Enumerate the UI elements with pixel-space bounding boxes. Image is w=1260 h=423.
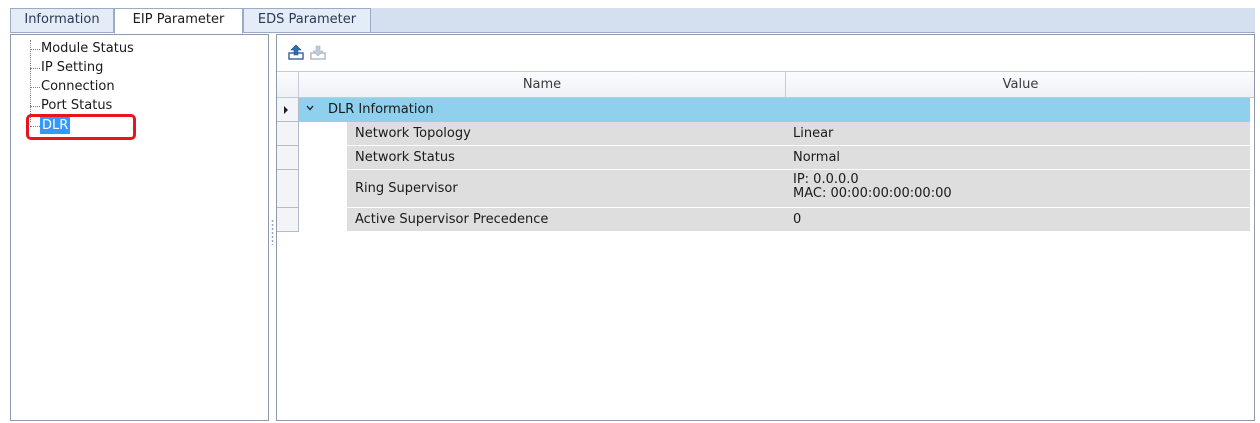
grid-row-network-topology[interactable]: Network Topology Linear	[347, 122, 1250, 146]
tree-connector	[30, 49, 40, 50]
cell-name: Network Topology	[355, 126, 471, 141]
tree-connector	[30, 106, 40, 107]
ring-supervisor-ip: IP: 0.0.0.0	[793, 172, 859, 187]
row-selector[interactable]	[277, 208, 299, 232]
grid-toolbar	[277, 35, 1254, 69]
ring-supervisor-mac: MAC: 00:00:00:00:00:00	[793, 186, 952, 201]
cell-value: IP: 0.0.0.0 MAC: 00:00:00:00:00:00	[793, 173, 952, 201]
cell-name: Network Status	[355, 150, 455, 165]
tree-item-label: IP Setting	[41, 60, 104, 75]
tree-item-label: Port Status	[41, 98, 113, 113]
column-header-name[interactable]: Name	[299, 72, 786, 98]
annotation-highlight-box	[26, 114, 136, 140]
tab-eip-parameter[interactable]: EIP Parameter	[114, 8, 243, 34]
tab-strip: Information EIP Parameter EDS Parameter	[10, 8, 1255, 34]
property-grid-panel: Name Value DLR Information Network Topol…	[276, 34, 1255, 421]
splitter-grip-icon	[271, 219, 274, 245]
grid-row-ring-supervisor[interactable]: Ring Supervisor IP: 0.0.0.0 MAC: 00:00:0…	[347, 170, 1250, 208]
current-row-arrow-icon	[284, 106, 288, 114]
tree-item-port-status[interactable]: Port Status	[11, 97, 251, 115]
row-selector[interactable]	[277, 170, 299, 208]
upload-icon[interactable]	[287, 43, 305, 61]
grid-row-active-supervisor-precedence[interactable]: Active Supervisor Precedence 0	[347, 208, 1250, 232]
tab-information[interactable]: Information	[10, 8, 114, 33]
grid-header: Name Value	[277, 71, 1254, 98]
tree-connector	[30, 87, 40, 88]
property-grid: Name Value DLR Information Network Topol…	[277, 71, 1254, 420]
column-header-value[interactable]: Value	[787, 72, 1254, 98]
tab-eds-parameter[interactable]: EDS Parameter	[243, 8, 371, 33]
cell-name: Active Supervisor Precedence	[355, 212, 549, 227]
grid-row-network-status[interactable]: Network Status Normal	[347, 146, 1250, 170]
row-selector[interactable]	[277, 146, 299, 170]
tree-item-label: Module Status	[41, 41, 134, 56]
chevron-down-icon[interactable]	[306, 104, 314, 112]
cell-value: Normal	[793, 150, 841, 165]
tree-item-ip-setting[interactable]: IP Setting	[11, 59, 251, 77]
cell-value: 0	[793, 212, 802, 227]
tree-item-module-status[interactable]: Module Status	[11, 40, 251, 58]
cell-value: Linear	[793, 126, 834, 141]
row-selector[interactable]	[277, 122, 299, 146]
row-selector[interactable]	[277, 98, 299, 122]
tree-item-label: Connection	[41, 79, 115, 94]
tree-connector	[30, 68, 40, 69]
row-selector-header	[277, 72, 299, 98]
row-selector-column	[277, 98, 299, 243]
group-row-dlr-information[interactable]: DLR Information	[299, 98, 1250, 122]
tree-item-connection[interactable]: Connection	[11, 78, 251, 96]
navigation-tree: Module Status IP Setting Connection Port…	[10, 34, 269, 421]
download-icon[interactable]	[309, 43, 327, 61]
group-label: DLR Information	[328, 102, 434, 117]
cell-name: Ring Supervisor	[355, 181, 458, 196]
